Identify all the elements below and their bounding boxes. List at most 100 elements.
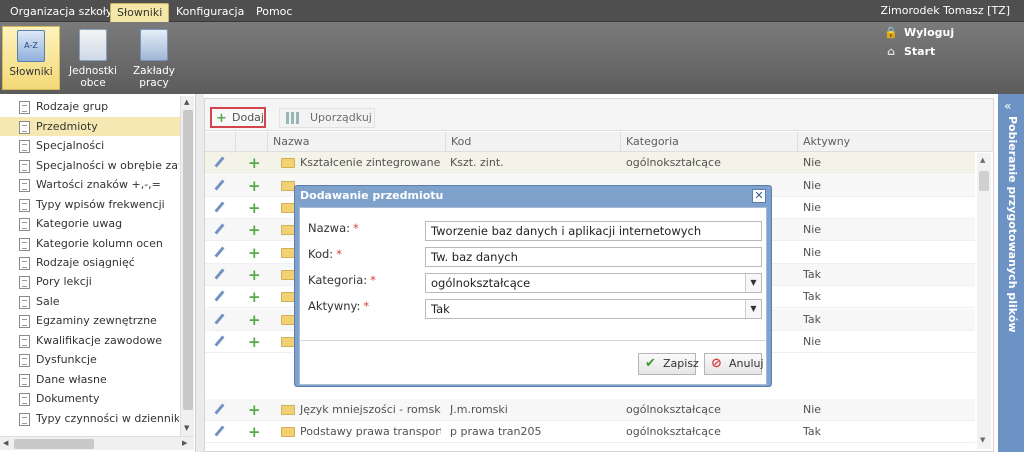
sidebar-item-label: Typy czynności w dzienniku zajęć	[36, 412, 179, 425]
document-icon	[19, 295, 30, 309]
document-icon	[19, 392, 30, 406]
document-icon	[19, 120, 30, 134]
document-icon	[19, 412, 30, 426]
building-doc-icon	[79, 29, 107, 61]
ribbon-jednostki-button[interactable]: Jednostki obce	[64, 26, 122, 90]
name-label: Nazwa: *	[308, 221, 359, 235]
expand-panel-icon[interactable]: «	[1004, 99, 1011, 113]
dialog-divider	[300, 340, 766, 341]
document-icon	[19, 314, 30, 328]
cancel-icon: ⊘	[711, 356, 722, 371]
sidebar-item-egzaminy[interactable]: Egzaminy zewnętrzne	[19, 311, 179, 330]
cancel-button-label: Anuluj	[729, 357, 764, 370]
sidebar-item-label: Egzaminy zewnętrzne	[36, 314, 157, 327]
sidebar-item-kategorie-kolumn[interactable]: Kategorie kolumn ocen	[19, 234, 179, 253]
user-name: Zimorodek Tomasz [TZ]	[880, 4, 1010, 17]
scroll-down-icon[interactable]: ▼	[184, 424, 189, 432]
active-label: Aktywny: *	[308, 299, 369, 313]
document-icon	[19, 334, 30, 348]
category-label-text: Kategoria:	[308, 273, 368, 287]
document-icon	[19, 237, 30, 251]
sidebar-vertical-scrollbar[interactable]: ▲ ▼	[180, 96, 194, 436]
sidebar-item-typy-czynnosci[interactable]: Typy czynności w dzienniku zajęć	[19, 409, 179, 428]
menu-tab-organizacja[interactable]: Organizacja szkoły	[4, 3, 118, 22]
menu-tab-konfiguracja[interactable]: Konfiguracja	[170, 3, 250, 22]
dictionary-icon: A-Z	[17, 30, 45, 62]
sidebar-item-dokumenty[interactable]: Dokumenty	[19, 389, 179, 408]
sidebar: Rodzaje grup Przedmioty Specjalności Spe…	[0, 94, 196, 452]
sidebar-item-dysfunkcje[interactable]: Dysfunkcje	[19, 350, 179, 369]
cancel-button[interactable]: ⊘ Anuluj	[704, 353, 764, 375]
code-field[interactable]: Tw. baz danych	[425, 247, 762, 267]
sidebar-item-kategorie-uwag[interactable]: Kategorie uwag	[19, 214, 179, 233]
logout-label: Wyloguj	[904, 26, 955, 39]
menu-tab-pomoc[interactable]: Pomoc	[250, 3, 298, 22]
active-select-value: Tak	[431, 302, 450, 316]
sidebar-item-label: Typy wpisów frekwencji	[36, 198, 165, 211]
scroll-left-icon[interactable]: ◀	[3, 439, 8, 447]
sidebar-item-label: Dokumenty	[36, 392, 100, 405]
document-icon	[19, 353, 30, 367]
sidebar-item-specjalnosci[interactable]: Specjalności	[19, 136, 179, 155]
sidebar-item-label: Kategorie kolumn ocen	[36, 237, 163, 250]
chevron-down-icon[interactable]: ▼	[745, 300, 761, 318]
sidebar-hscroll-thumb[interactable]	[14, 439, 94, 449]
category-label: Kategoria: *	[308, 273, 376, 287]
scroll-right-icon[interactable]: ▶	[182, 439, 187, 447]
sidebar-item-label: Kwalifikacje zawodowe	[36, 334, 162, 347]
document-icon	[19, 178, 30, 192]
category-select[interactable]: ogólnokształcące ▼	[425, 273, 762, 293]
name-field[interactable]: Tworzenie baz danych i aplikacji interne…	[425, 221, 762, 241]
logout-link[interactable]: 🔒 Wyloguj	[884, 26, 954, 39]
ribbon-zaklady-label: Zakłady	[132, 65, 175, 77]
sidebar-item-label: Przedmioty	[36, 120, 98, 133]
sidebar-item-label: Specjalności	[36, 139, 105, 152]
sidebar-item-rodzaje-grup[interactable]: Rodzaje grup	[19, 97, 179, 116]
sidebar-item-typy-wpisow[interactable]: Typy wpisów frekwencji	[19, 195, 179, 214]
sidebar-item-label: Dane własne	[36, 373, 107, 386]
name-label-text: Nazwa:	[308, 221, 351, 235]
lock-icon: 🔒	[884, 26, 898, 39]
sidebar-horizontal-scrollbar[interactable]: ◀ ▶	[0, 436, 194, 450]
active-select[interactable]: Tak ▼	[425, 299, 762, 319]
sidebar-scroll-thumb[interactable]	[183, 110, 193, 410]
active-label-text: Aktywny:	[308, 299, 361, 313]
sidebar-item-wartosci-znakow[interactable]: Wartości znaków +,-,=	[19, 175, 179, 194]
sidebar-item-pory-lekcji[interactable]: Pory lekcji	[19, 272, 179, 291]
document-icon	[19, 139, 30, 153]
ribbon-zaklady-label-2: pracy	[139, 77, 169, 89]
ribbon-jednostki-label: Jednostki	[69, 65, 117, 77]
files-side-panel[interactable]: « Pobieranie przygotowanych plików	[998, 94, 1024, 452]
sidebar-item-sale[interactable]: Sale	[19, 292, 179, 311]
sidebar-item-dane-wlasne[interactable]: Dane własne	[19, 370, 179, 389]
scroll-up-icon[interactable]: ▲	[184, 98, 189, 106]
code-label: Kod: *	[308, 247, 342, 261]
start-link[interactable]: ⌂ Start	[884, 45, 935, 58]
menu-tab-slowniki[interactable]: Słowniki	[110, 3, 170, 22]
chevron-down-icon[interactable]: ▼	[745, 274, 761, 292]
sidebar-item-rodzaje-osiagniec[interactable]: Rodzaje osiągnięć	[19, 253, 179, 272]
required-mark: *	[370, 273, 376, 287]
sidebar-item-przedmioty[interactable]: Przedmioty	[0, 117, 180, 136]
category-select-value: ogólnokształcące	[431, 276, 531, 290]
document-icon	[19, 217, 30, 231]
ribbon-slowniki-label: Słowniki	[9, 66, 53, 78]
home-icon: ⌂	[887, 45, 895, 58]
sidebar-item-label: Pory lekcji	[36, 275, 92, 288]
document-icon	[19, 256, 30, 270]
checkmark-icon: ✔	[645, 356, 656, 371]
sidebar-item-label: Rodzaje grup	[36, 100, 109, 113]
sidebar-item-label: Wartości znaków +,-,=	[36, 178, 161, 191]
files-panel-label: Pobieranie przygotowanych plików	[1006, 116, 1019, 333]
ribbon: A-Z Słowniki Jednostki obce Zakłady prac…	[0, 22, 1024, 94]
close-icon[interactable]: ✕	[752, 189, 766, 203]
ribbon-slowniki-button[interactable]: A-Z Słowniki	[2, 26, 60, 90]
sidebar-item-kwalifikacje[interactable]: Kwalifikacje zawodowe	[19, 331, 179, 350]
sidebar-item-specjalnosci-zawodu[interactable]: Specjalności w obrębie zawodu	[19, 156, 179, 175]
save-button[interactable]: ✔ Zapisz	[638, 353, 699, 375]
ribbon-zaklady-button[interactable]: Zakłady pracy	[126, 26, 182, 90]
document-icon	[19, 198, 30, 212]
add-subject-dialog: Dodawanie przedmiotu ✕ Nazwa: * Tworzenie…	[294, 185, 772, 387]
sidebar-item-label: Kategorie uwag	[36, 217, 123, 230]
document-icon	[19, 373, 30, 387]
